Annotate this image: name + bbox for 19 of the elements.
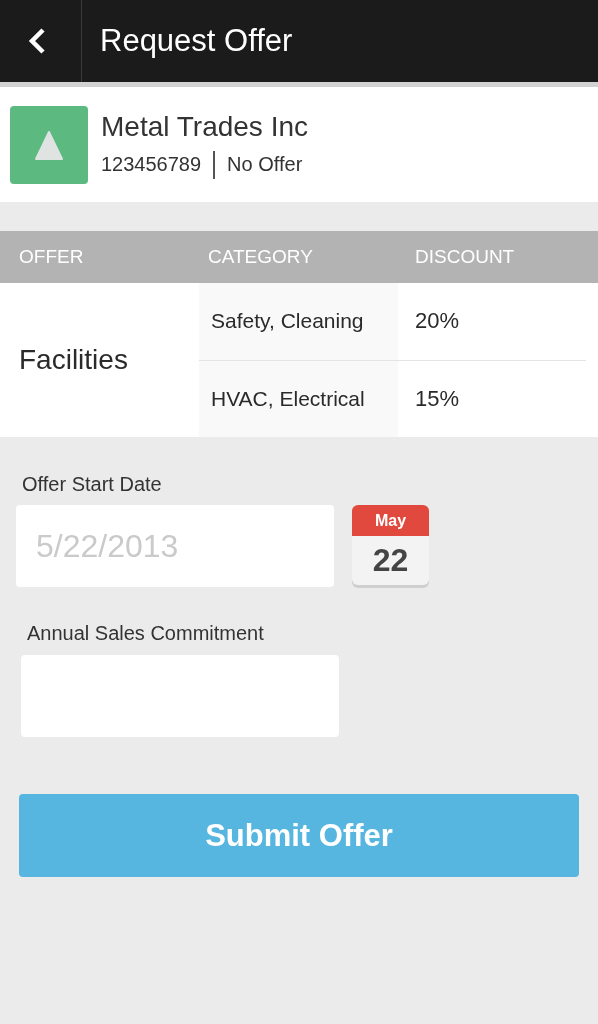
calendar-month: May bbox=[352, 505, 429, 536]
screen-title: Request Offer bbox=[100, 23, 293, 59]
calendar-day: 22 bbox=[352, 536, 429, 585]
column-header: CATEGORY bbox=[208, 246, 314, 268]
field-label: Offer Start Date bbox=[22, 473, 163, 496]
column-header: DISCOUNT bbox=[415, 246, 516, 268]
offer-name: Facilities bbox=[19, 344, 128, 376]
category-cell: Safety, Cleaning bbox=[211, 309, 364, 334]
discount-cell: 20% bbox=[415, 308, 460, 335]
discount-cell: 15% bbox=[415, 385, 460, 412]
column-header: OFFER bbox=[19, 246, 85, 268]
offer-status: No Offer bbox=[227, 153, 303, 176]
company-logo-icon bbox=[10, 105, 88, 184]
calendar-button[interactable]: May 22 bbox=[352, 505, 429, 585]
company-name: Metal Trades Inc bbox=[101, 110, 308, 143]
field-label: Annual Sales Commitment bbox=[27, 622, 265, 645]
category-cell: HVAC, Electrical bbox=[211, 386, 365, 411]
back-icon bbox=[26, 27, 47, 55]
account-number: 123456789 bbox=[101, 153, 202, 176]
